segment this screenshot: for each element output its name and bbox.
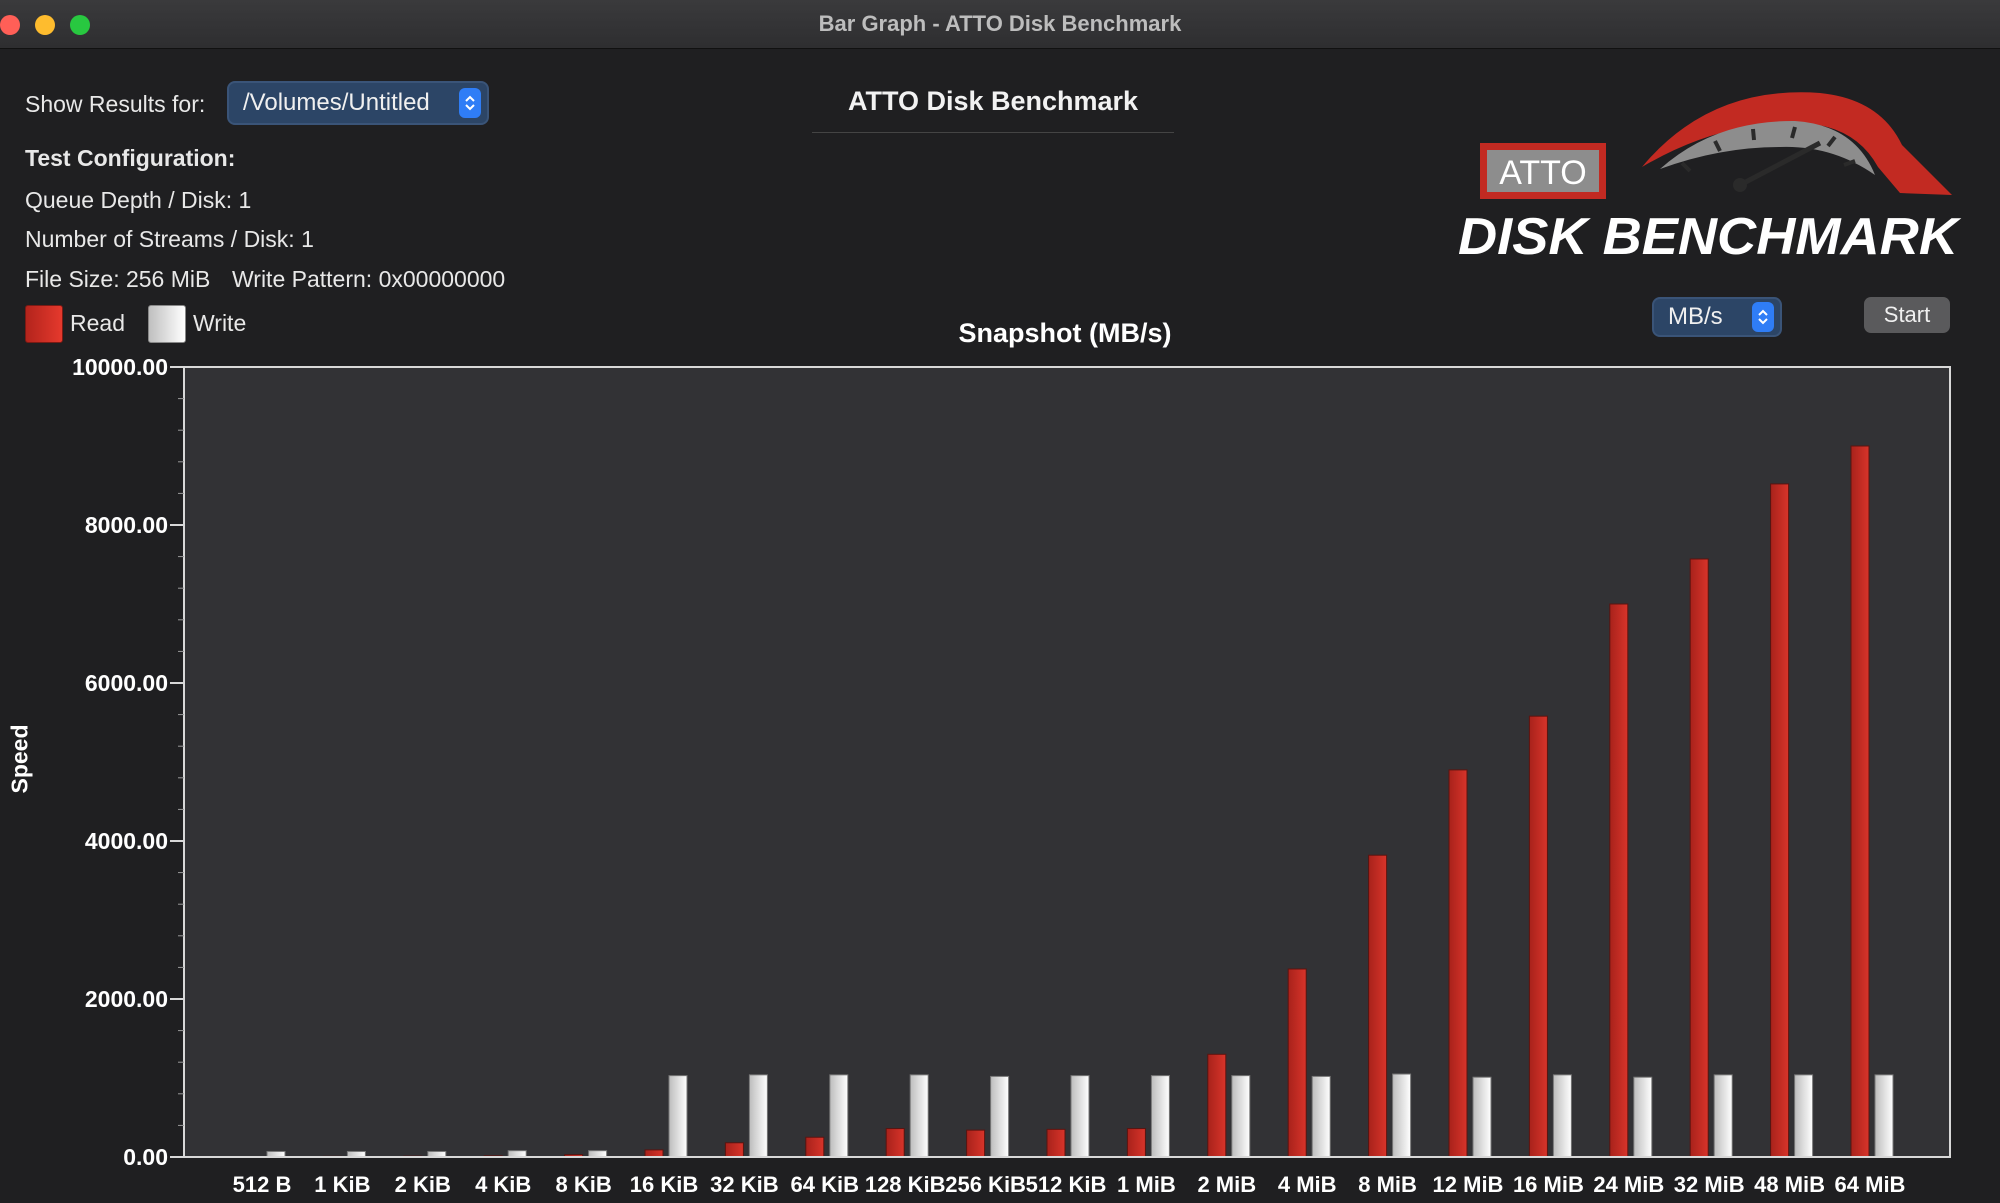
bar-chart: 0.00 2000.00 4000.00 6000.00 8000.00 10000.00… [72, 354, 1951, 1197]
x-tick-label: 32 MiB [1674, 1172, 1745, 1197]
x-tick-label: 16 MiB [1513, 1172, 1584, 1197]
x-tick-label: 8 MiB [1358, 1172, 1417, 1197]
read-bar [1368, 854, 1388, 1158]
x-tick-label: 24 MiB [1593, 1172, 1664, 1197]
write-bar [1794, 1074, 1814, 1158]
read-bar [1126, 1128, 1146, 1158]
read-bar [1609, 603, 1629, 1158]
read-bar [1207, 1053, 1227, 1158]
x-axis: 512 B 1 KiB 2 KiB 4 KiB 8 KiB 16 KiB 32 KiB 64 … [184, 1156, 1950, 1197]
read-bar [966, 1129, 986, 1158]
write-bar [909, 1074, 929, 1158]
read-bar [1528, 715, 1548, 1158]
x-tick-label: 48 MiB [1754, 1172, 1825, 1197]
y-axis: 0.00 2000.00 4000.00 6000.00 8000.00 10000.00 [72, 354, 185, 1170]
read-bar [1689, 558, 1709, 1158]
x-tick-label: 2 MiB [1197, 1172, 1256, 1197]
read-bar [885, 1128, 905, 1158]
write-bar [1311, 1075, 1331, 1158]
y-tick-label: 0.00 [123, 1144, 168, 1170]
write-bar [1874, 1074, 1894, 1158]
x-tick-label: 1 MiB [1117, 1172, 1176, 1197]
write-bar [1150, 1075, 1170, 1158]
y-tick-label: 8000.00 [85, 512, 168, 538]
write-bar [668, 1075, 688, 1158]
write-bar [1552, 1074, 1572, 1158]
x-tick-label: 64 KiB [791, 1172, 859, 1197]
write-bar [1472, 1076, 1492, 1158]
y-tick-label: 10000.00 [72, 354, 168, 380]
x-tick-label: 4 MiB [1278, 1172, 1337, 1197]
write-bar [1633, 1076, 1653, 1158]
read-bar [1850, 445, 1870, 1158]
y-tick-label: 4000.00 [85, 828, 168, 854]
write-bar [1231, 1075, 1251, 1158]
plot-area [183, 366, 1951, 1158]
x-tick-label: 16 KiB [630, 1172, 698, 1197]
read-bar [805, 1136, 825, 1158]
read-bar [1448, 769, 1468, 1158]
x-tick-label: 512 KiB [1026, 1172, 1107, 1197]
x-tick-label: 2 KiB [395, 1172, 451, 1197]
x-tick-label: 32 KiB [710, 1172, 778, 1197]
read-bar [724, 1142, 744, 1158]
y-tick-label: 6000.00 [85, 670, 168, 696]
x-tick-label: 128 KiB [865, 1172, 946, 1197]
read-bar [1770, 483, 1790, 1158]
write-bar [1392, 1073, 1412, 1158]
read-bar [1287, 968, 1307, 1158]
x-tick-label: 1 KiB [314, 1172, 370, 1197]
write-bar [990, 1075, 1010, 1158]
x-tick-label: 256 KiB [945, 1172, 1026, 1197]
write-bar [748, 1074, 768, 1158]
y-tick-label: 2000.00 [85, 986, 168, 1012]
write-bar [1713, 1074, 1733, 1158]
x-tick-label: 8 KiB [555, 1172, 611, 1197]
x-tick-label: 512 B [233, 1172, 292, 1197]
x-tick-label: 64 MiB [1835, 1172, 1906, 1197]
write-bar [829, 1074, 849, 1158]
x-tick-label: 4 KiB [475, 1172, 531, 1197]
read-bar [1046, 1128, 1066, 1158]
write-bar [1070, 1075, 1090, 1158]
read-bar [644, 1149, 664, 1158]
x-tick-label: 12 MiB [1433, 1172, 1504, 1197]
